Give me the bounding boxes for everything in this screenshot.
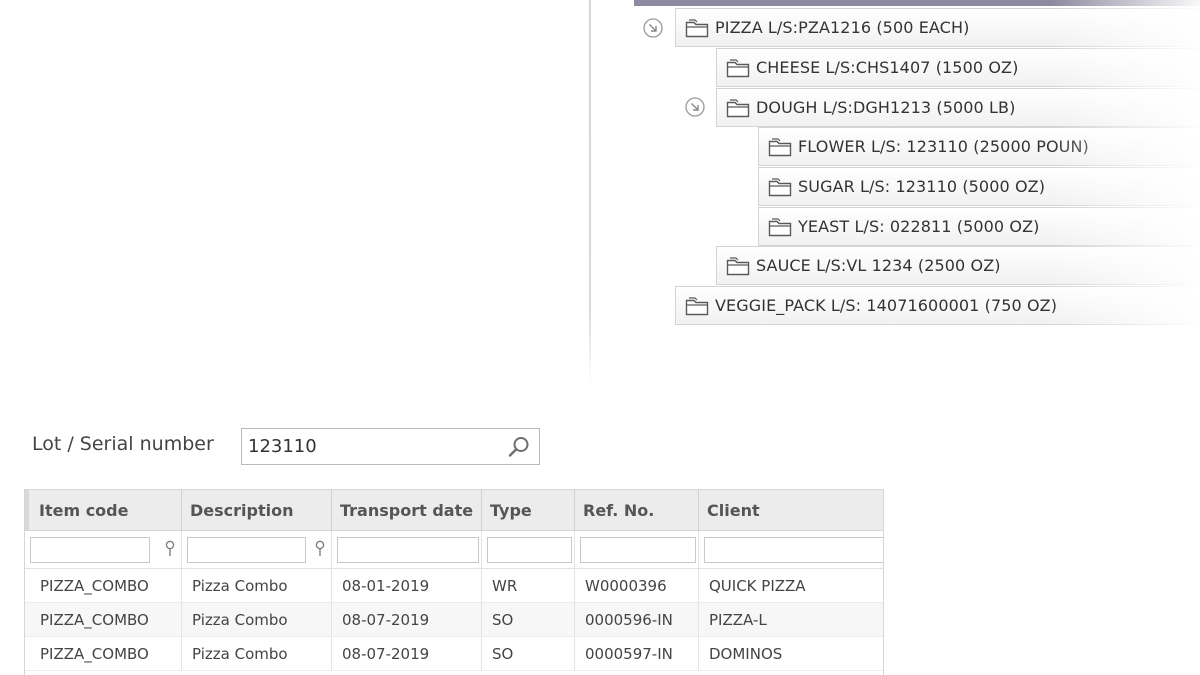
table-row[interactable]: PIZZA_COMBO Pizza Combo 08-07-2019 SO 00… [25,603,883,637]
filter-input-transport-date[interactable] [337,537,479,563]
pin-icon[interactable] [164,540,176,558]
pin-icon[interactable] [314,540,326,558]
column-header-client[interactable]: Client [698,490,883,530]
folder-icon [685,296,709,315]
tree-node-flower[interactable]: FLOWER L/S: 123110 (25000 POUN) [758,127,1200,166]
cell-type: WR [481,569,574,602]
cell-description: Pizza Combo [181,637,331,670]
column-header-type[interactable]: Type [481,490,574,530]
grid-header-row: Item code Description Transport date Typ… [25,489,883,531]
column-header-item-code[interactable]: Item code [25,490,181,530]
lot-transactions-grid: Item code Description Transport date Typ… [24,489,884,675]
filter-cell-client [698,531,883,568]
tree-node-label: CHEESE L/S:CHS1407 (1500 OZ) [756,58,1019,77]
tree-node-label: SAUCE L/S:VL 1234 (2500 OZ) [756,256,1001,275]
folder-icon [768,177,792,196]
search-icon[interactable] [507,435,531,459]
tree-node-sauce[interactable]: SAUCE L/S:VL 1234 (2500 OZ) [716,246,1200,285]
folder-icon [726,256,750,275]
column-header-transport-date[interactable]: Transport date [331,490,481,530]
column-header-ref-no[interactable]: Ref. No. [574,490,698,530]
lot-serial-search-box[interactable] [241,428,540,465]
tree-node-yeast[interactable]: YEAST L/S: 022811 (5000 OZ) [758,207,1200,246]
tree-node-sugar[interactable]: SUGAR L/S: 123110 (5000 OZ) [758,167,1200,206]
column-header-description[interactable]: Description [181,490,331,530]
cell-type: SO [481,603,574,636]
panel-divider[interactable] [589,0,591,385]
tree-node-label: PIZZA L/S:PZA1216 (500 EACH) [715,18,970,37]
cell-description: Pizza Combo [181,603,331,636]
filter-input-description[interactable] [187,537,306,563]
cell-type: SO [481,637,574,670]
filter-input-client[interactable] [704,537,883,563]
filter-cell-item-code [25,531,181,568]
tree-node-dough[interactable]: DOUGH L/S:DGH1213 (5000 LB) [716,88,1200,127]
filter-cell-type [481,531,574,568]
tree-node-label: DOUGH L/S:DGH1213 (5000 LB) [756,98,1016,117]
folder-icon [768,137,792,156]
table-row[interactable]: PIZZA_COMBO Pizza Combo 08-07-2019 SO 00… [25,637,883,671]
folder-icon [726,98,750,117]
tree-node-label: FLOWER L/S: 123110 (25000 POUN) [798,137,1089,156]
cell-transport-date: 08-07-2019 [331,603,481,636]
lot-serial-input[interactable] [242,431,498,462]
cell-ref-no: W0000396 [574,569,698,602]
collapse-arrow-icon[interactable] [684,96,706,118]
filter-cell-transport-date [331,531,481,568]
lot-trace-screen: PIZZA L/S:PZA1216 (500 EACH) CHEESE L/S:… [0,0,1200,675]
filter-cell-ref-no [574,531,698,568]
cell-client: DOMINOS [698,637,883,670]
cell-ref-no: 0000597-IN [574,637,698,670]
tree-node-label: SUGAR L/S: 123110 (5000 OZ) [798,177,1046,196]
folder-icon [685,18,709,37]
filter-cell-description [181,531,331,568]
cell-item-code: PIZZA_COMBO [40,576,149,595]
tree-node-veggie-pack[interactable]: VEGGIE_PACK L/S: 14071600001 (750 OZ) [675,286,1200,325]
table-row[interactable]: PIZZA_COMBO Pizza Combo 08-01-2019 WR W0… [25,569,883,603]
folder-icon [768,217,792,236]
grid-filter-row [25,531,883,569]
filter-input-item-code[interactable] [30,537,150,563]
collapse-arrow-icon[interactable] [642,17,664,39]
tree-node-label: YEAST L/S: 022811 (5000 OZ) [798,217,1040,236]
lot-serial-label: Lot / Serial number [32,433,214,455]
tree-node-pizza[interactable]: PIZZA L/S:PZA1216 (500 EACH) [675,8,1200,47]
cell-transport-date: 08-07-2019 [331,637,481,670]
cell-description: Pizza Combo [181,569,331,602]
filter-input-type[interactable] [487,537,572,563]
tree-header-bar [634,0,1200,6]
cell-item-code: PIZZA_COMBO [40,644,149,663]
cell-client: PIZZA-L [698,603,883,636]
cell-ref-no: 0000596-IN [574,603,698,636]
cell-item-code: PIZZA_COMBO [40,610,149,629]
tree-node-label: VEGGIE_PACK L/S: 14071600001 (750 OZ) [715,296,1058,315]
tree-node-cheese[interactable]: CHEESE L/S:CHS1407 (1500 OZ) [716,48,1200,87]
filter-input-ref-no[interactable] [580,537,696,563]
cell-transport-date: 08-01-2019 [331,569,481,602]
cell-client: QUICK PIZZA [698,569,883,602]
folder-icon [726,58,750,77]
